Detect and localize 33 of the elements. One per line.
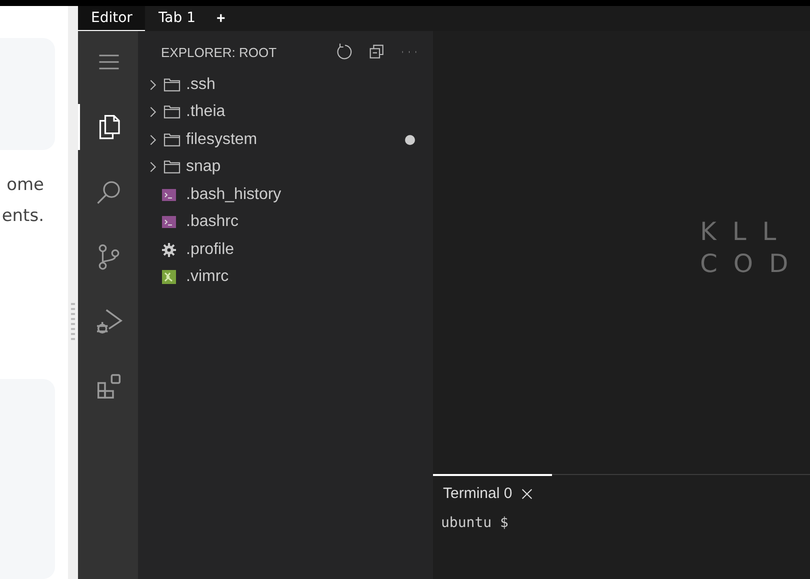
file-name: .theia (186, 103, 226, 122)
tree-item[interactable]: .ssh (138, 71, 433, 98)
file-name: .vimrc (186, 268, 230, 286)
tab[interactable]: Editor (78, 6, 146, 31)
file-name: filesystem (186, 130, 258, 149)
terminal-file-icon (162, 188, 176, 201)
terminal-tab[interactable]: Terminal 0 (433, 474, 552, 511)
explorer-title: EXPLORER: ROOT (161, 44, 278, 60)
file-name: .profile (186, 240, 236, 259)
file-name: snap (186, 158, 222, 176)
tree-item[interactable]: .bashrc (138, 208, 433, 236)
tree-item[interactable]: filesystem (138, 126, 433, 154)
terminal-tab-label: Terminal 0 (443, 485, 512, 502)
file-name: .ssh (186, 76, 216, 94)
paragraph-text: ents. (2, 205, 45, 228)
tree-item[interactable]: .profile (138, 236, 433, 264)
vim-file-icon (162, 270, 176, 284)
new-tab-button[interactable]: + (208, 6, 234, 31)
tree-item[interactable]: .vimrc (138, 264, 433, 291)
resize-grip-icon[interactable] (71, 302, 75, 342)
gear-icon (162, 242, 176, 257)
logo-text: C O D (700, 248, 794, 280)
close-icon[interactable] (520, 486, 534, 500)
tab[interactable]: Tab 1 (145, 6, 208, 31)
tree-item[interactable]: .theia (138, 98, 433, 126)
terminal-file-icon (162, 216, 176, 228)
tree-item[interactable]: snap (138, 154, 433, 181)
tree-item[interactable]: .bash_history (138, 181, 433, 208)
logo-text: K L L (700, 216, 782, 248)
file-name: .bashrc (186, 213, 240, 232)
terminal-prompt: ubuntu $ (440, 514, 510, 533)
file-name: .bash_history (186, 186, 282, 204)
paragraph-text: ome (6, 174, 45, 197)
